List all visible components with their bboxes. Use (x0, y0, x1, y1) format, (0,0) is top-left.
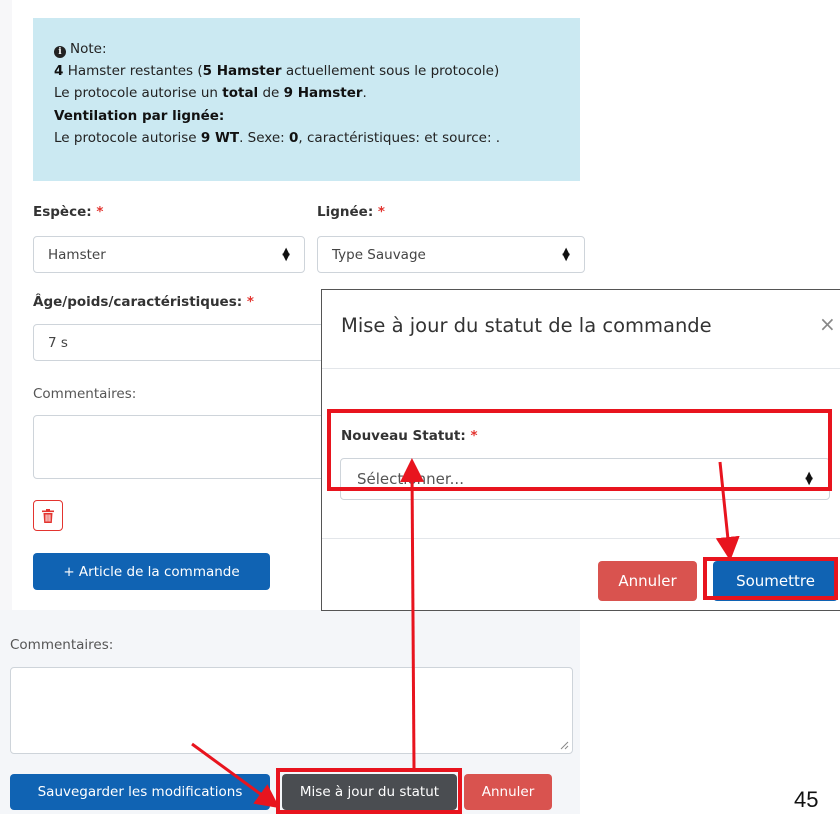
modal-cancel-button[interactable]: Annuler (598, 561, 697, 601)
espece-label: Espèce: * (33, 204, 104, 220)
trash-icon (42, 508, 54, 523)
info-icon: i (54, 46, 66, 58)
modal-footer-divider (322, 538, 840, 539)
delete-item-button[interactable] (33, 500, 63, 531)
select-arrows-icon: ▲ ▼ (562, 245, 570, 263)
order-commentaires-textarea[interactable] (10, 667, 573, 754)
note-line-breakdown-heading: Ventilation par lignée: (54, 107, 225, 124)
annotation-box-status-field (327, 409, 832, 491)
age-input[interactable]: 7 s (33, 324, 333, 361)
page-number: 45 (794, 787, 819, 812)
item-commentaires-textarea[interactable] (33, 415, 333, 479)
annotation-box-status-button (276, 768, 462, 814)
lignee-label: Lignée: * (317, 204, 385, 220)
note-line-remaining: 4 Hamster restantes (5 Hamster actuellem… (54, 63, 500, 80)
select-arrows-icon: ▲ ▼ (282, 245, 290, 263)
save-changes-button[interactable]: Sauvegarder les modifications (10, 774, 270, 810)
order-commentaires-label: Commentaires: (10, 637, 114, 653)
cancel-button[interactable]: Annuler (464, 774, 552, 810)
espece-select[interactable]: Hamster ▲ ▼ (33, 236, 305, 273)
note-line-total: Le protocole autorise un total de 9 Hams… (54, 85, 367, 102)
add-order-item-button[interactable]: + Article de la commande (33, 553, 270, 590)
annotation-box-submit (703, 557, 838, 600)
modal-header-divider (322, 368, 840, 369)
lignee-select[interactable]: Type Sauvage ▲ ▼ (317, 236, 585, 273)
modal-title: Mise à jour du statut de la commande (341, 314, 712, 337)
item-commentaires-label: Commentaires: (33, 386, 137, 402)
protocol-note: i Note: 4 Hamster restantes (5 Hamster ac… (33, 18, 580, 181)
note-title: i Note: (54, 38, 580, 60)
age-label: Âge/poids/caractéristiques: * (33, 294, 254, 310)
note-line-breakdown: Le protocole autorise 9 WT. Sexe: 0, car… (54, 129, 501, 146)
close-icon[interactable]: × (819, 312, 836, 336)
resize-handle-icon[interactable] (560, 741, 569, 750)
